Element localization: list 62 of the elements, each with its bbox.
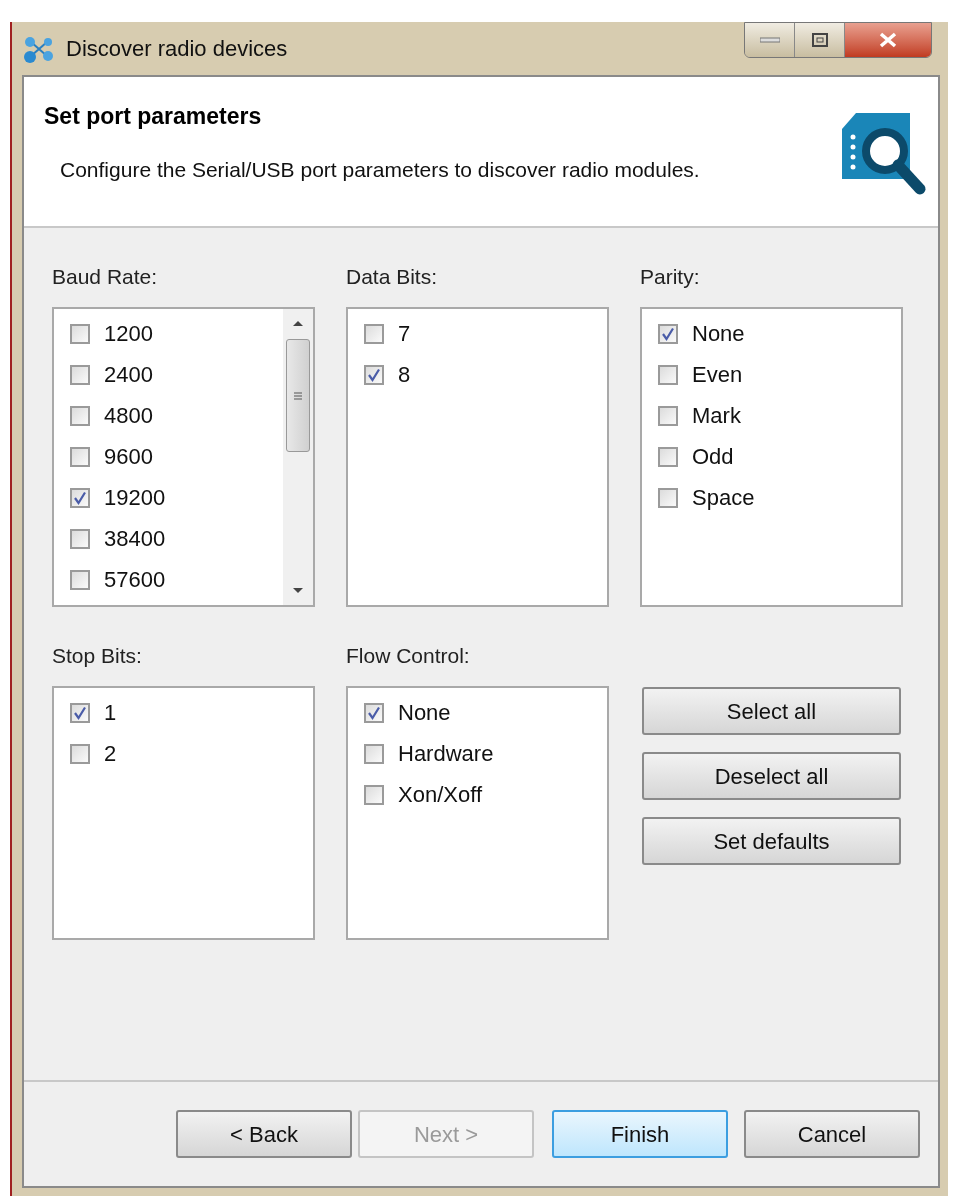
option-label: Xon/Xoff — [398, 781, 482, 808]
option-label: Odd — [692, 443, 734, 470]
option-label: Hardware — [398, 740, 494, 767]
group-label: Flow Control: — [346, 643, 471, 669]
button[interactable]: Select all — [642, 687, 901, 735]
option-label: None — [398, 699, 451, 726]
checkbox[interactable] — [658, 323, 678, 344]
button[interactable]: Deselect all — [642, 752, 901, 800]
option-label: 57600 — [104, 566, 166, 593]
checkbox[interactable] — [364, 364, 384, 385]
option-label: Space — [692, 484, 755, 511]
grip-icon — [293, 390, 303, 401]
checkbox[interactable] — [70, 702, 90, 723]
close-button[interactable] — [845, 23, 931, 57]
scroll-down-icon[interactable] — [292, 587, 304, 595]
scroll-thumb[interactable] — [286, 339, 310, 452]
checkbox[interactable] — [658, 405, 678, 426]
checkbox[interactable] — [364, 784, 384, 805]
option-label: 1 — [104, 699, 117, 726]
option-label: 38400 — [104, 525, 166, 552]
page-description: Configure the Serial/USB port parameters to discover radio modules. — [60, 156, 701, 183]
maximize-icon — [811, 33, 828, 47]
minimize-icon — [759, 37, 780, 43]
checkbox[interactable] — [364, 323, 384, 344]
group-label: Baud Rate: — [52, 264, 159, 290]
checkbox[interactable] — [70, 364, 90, 385]
group-label: Parity: — [640, 264, 701, 290]
button[interactable]: Finish — [552, 1110, 728, 1158]
group-label: Data Bits: — [346, 264, 439, 290]
checkbox[interactable] — [658, 487, 678, 508]
checkbox[interactable] — [70, 569, 90, 590]
option-label: 9600 — [104, 443, 153, 470]
option-label: 19200 — [104, 484, 166, 511]
scroll-up-icon[interactable] — [292, 319, 304, 327]
checkbox[interactable] — [70, 743, 90, 764]
checkbox[interactable] — [70, 323, 90, 344]
option-label: Even — [692, 361, 743, 388]
option-label: 2400 — [104, 361, 153, 388]
button[interactable]: Cancel — [744, 1110, 920, 1158]
option-label: 7 — [398, 320, 411, 347]
option-label: 4800 — [104, 402, 153, 429]
button[interactable]: Set defaults — [642, 817, 901, 865]
checkbox[interactable] — [70, 528, 90, 549]
maximize-button[interactable] — [795, 23, 845, 57]
checkbox[interactable] — [70, 405, 90, 426]
group-label: Stop Bits: — [52, 643, 143, 669]
scrollbar[interactable] — [283, 309, 313, 605]
close-icon — [879, 32, 897, 48]
option-label: None — [692, 320, 745, 347]
checkbox[interactable] — [658, 446, 678, 467]
button[interactable]: < Back — [176, 1110, 352, 1158]
checkbox[interactable] — [364, 743, 384, 764]
option-label: 8 — [398, 361, 411, 388]
checkbox[interactable] — [364, 702, 384, 723]
option-label: Mark — [692, 402, 741, 429]
checkbox[interactable] — [658, 364, 678, 385]
checkbox[interactable] — [70, 446, 90, 467]
option-label: 2 — [104, 740, 117, 767]
checkbox[interactable] — [70, 487, 90, 508]
page-title: Set port parameters — [44, 102, 263, 131]
window-title: Discover radio devices — [66, 35, 288, 63]
option-label: 1200 — [104, 320, 153, 347]
